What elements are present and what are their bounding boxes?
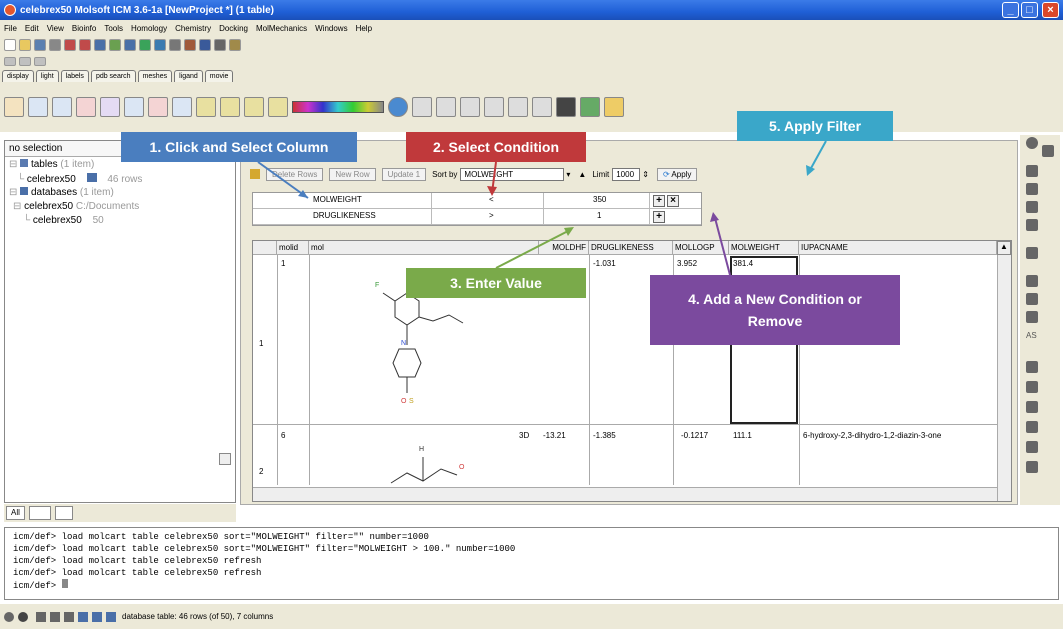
status-bar: database table: 46 rows (of 50), 7 colum…: [0, 604, 1063, 629]
zoom-icon[interactable]: [1026, 201, 1038, 213]
console-line: icm/def> load molcart table celebrex50 r…: [13, 556, 262, 566]
console-prompt[interactable]: icm/def>: [13, 579, 1050, 592]
text-icon[interactable]: AS: [1026, 331, 1038, 343]
hand-icon[interactable]: [1026, 401, 1038, 413]
window-icon[interactable]: [50, 611, 60, 622]
slab-icon[interactable]: [1026, 293, 1038, 305]
rotate-icon[interactable]: [1026, 165, 1038, 177]
marker-icon[interactable]: [1026, 421, 1038, 433]
stop-icon[interactable]: [18, 611, 28, 622]
console-line: icm/def> load molcart table celebrex50 s…: [13, 532, 429, 542]
right-toolbar: AS: [1020, 135, 1060, 505]
search-icon[interactable]: [106, 611, 116, 622]
console-line: icm/def> load molcart table celebrex50 s…: [13, 544, 516, 554]
console-line: icm/def> load molcart table celebrex50 r…: [13, 568, 262, 578]
command-console[interactable]: icm/def> load molcart table celebrex50 s…: [4, 527, 1059, 600]
lock-icon[interactable]: [1026, 461, 1038, 473]
move-icon[interactable]: [1026, 183, 1038, 195]
grid-icon[interactable]: [64, 611, 74, 622]
clip-icon[interactable]: [1026, 311, 1038, 323]
center-icon[interactable]: [1026, 219, 1038, 231]
globe-icon[interactable]: [1026, 137, 1038, 149]
layout-icon[interactable]: [36, 611, 46, 622]
status-text: database table: 46 rows (of 50), 7 colum…: [122, 612, 274, 621]
align-icon[interactable]: [1026, 361, 1038, 373]
fit-icon[interactable]: [1042, 145, 1054, 157]
database-icon[interactable]: [92, 611, 102, 622]
view-icon[interactable]: [1026, 247, 1038, 259]
cursor: [61, 579, 68, 588]
pin-icon[interactable]: [1026, 441, 1038, 453]
panel-icon[interactable]: [1026, 275, 1038, 287]
table-icon[interactable]: [78, 611, 88, 622]
record-icon[interactable]: [4, 611, 14, 622]
measure-icon[interactable]: [1026, 381, 1038, 393]
